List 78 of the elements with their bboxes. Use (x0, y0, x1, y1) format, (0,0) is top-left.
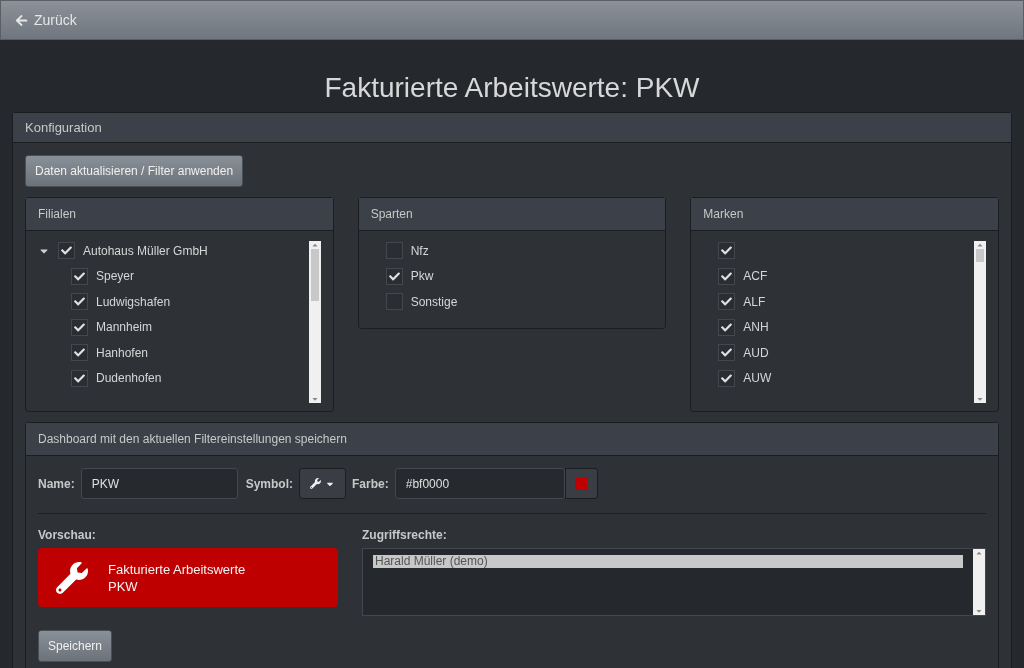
scroll-thumb[interactable] (310, 249, 319, 301)
tree-item-label[interactable]: Mannheim (96, 320, 153, 335)
scroll-thumb[interactable] (976, 249, 984, 262)
field-label: Zugriffsrechte: (362, 528, 448, 542)
scrollbar[interactable] (974, 241, 986, 403)
list-item-label[interactable]: ANH (743, 320, 769, 335)
color-field[interactable]: #bf0000 (394, 468, 565, 499)
tree-item-label[interactable]: Ludwigshafen (96, 294, 171, 309)
checkbox[interactable] (718, 293, 736, 311)
wrench-icon (56, 561, 88, 594)
check-icon (721, 245, 733, 257)
checkbox[interactable] (718, 318, 736, 336)
check-icon (74, 372, 85, 384)
access-list[interactable]: Harald Müller (demo) (362, 548, 986, 616)
checkbox[interactable] (718, 344, 736, 362)
checkbox[interactable] (385, 267, 403, 285)
scroll-down-icon[interactable] (310, 395, 319, 403)
check-icon (74, 270, 85, 282)
checkbox[interactable] (718, 369, 736, 387)
field-label: Symbol: (245, 476, 294, 491)
list-item-label[interactable]: ACF (743, 269, 768, 284)
checkbox[interactable] (71, 293, 88, 311)
card-title: Sparten (358, 198, 666, 231)
scrollbar[interactable] (308, 241, 321, 403)
checkbox[interactable] (71, 369, 88, 387)
wrench-icon (310, 478, 322, 489)
check-icon (74, 321, 85, 333)
panel-title: Dashboard mit den aktuellen Filtereinstellungen speichern (26, 423, 998, 456)
check-icon (61, 245, 72, 257)
scrollbar[interactable] (973, 549, 985, 615)
name-field[interactable]: PKW (80, 468, 238, 499)
check-icon (721, 321, 733, 333)
checkbox[interactable] (58, 242, 75, 260)
check-icon (721, 372, 733, 384)
tree-item-label[interactable]: Speyer (96, 269, 135, 284)
check-icon (74, 296, 85, 308)
list-item-label[interactable]: AUW (743, 371, 772, 386)
save-button[interactable]: Speichern (38, 630, 113, 662)
tree-item-label[interactable]: Autohaus Müller GmbH (83, 243, 208, 258)
scroll-up-icon[interactable] (310, 241, 319, 249)
check-icon (721, 347, 733, 359)
check-icon (721, 296, 733, 308)
check-icon (388, 270, 400, 282)
symbol-dropdown[interactable] (299, 468, 347, 499)
list-item-label[interactable]: Nfz (410, 243, 429, 258)
list-item-label[interactable]: ALF (743, 294, 766, 309)
checkbox[interactable] (71, 267, 88, 285)
scroll-down-icon[interactable] (975, 607, 983, 615)
tree-item-label[interactable]: Hanhofen (96, 345, 149, 360)
check-icon (74, 347, 85, 359)
tile-text: Fakturierte Arbeitswerte (108, 560, 246, 578)
checkbox[interactable] (718, 267, 736, 285)
panel-title: Konfiguration (13, 113, 1011, 143)
check-icon (721, 270, 733, 282)
checkbox[interactable] (385, 293, 403, 311)
field-label: Vorschau: (38, 528, 97, 542)
scroll-up-icon[interactable] (975, 549, 983, 557)
checkbox[interactable] (71, 318, 88, 336)
card-title: Filialen (26, 198, 333, 231)
field-label: Farbe: (352, 476, 389, 491)
page-title: Fakturierte Arbeitswerte: PKW (323, 72, 701, 104)
list-item-label[interactable]: Pkw (410, 269, 434, 284)
tree-item-label[interactable]: Dudenhofen (96, 371, 162, 386)
color-picker-button[interactable] (564, 468, 598, 499)
back-arrow-icon (15, 13, 28, 27)
card-title: Marken (691, 198, 998, 231)
color-swatch (575, 477, 588, 490)
checkbox[interactable] (718, 242, 736, 260)
apply-filter-button[interactable]: Daten aktualisieren / Filter anwenden (25, 155, 244, 187)
access-item[interactable]: Harald Müller (demo) (373, 555, 963, 568)
checkbox[interactable] (71, 344, 88, 362)
scroll-down-icon[interactable] (976, 395, 984, 403)
tile-text: PKW (108, 577, 139, 595)
field-label: Name: (38, 476, 75, 491)
list-item-label[interactable]: Sonstige (410, 294, 458, 309)
list-item-label[interactable]: AUD (743, 345, 769, 360)
scroll-up-icon[interactable] (976, 241, 984, 249)
checkbox[interactable] (385, 242, 403, 260)
